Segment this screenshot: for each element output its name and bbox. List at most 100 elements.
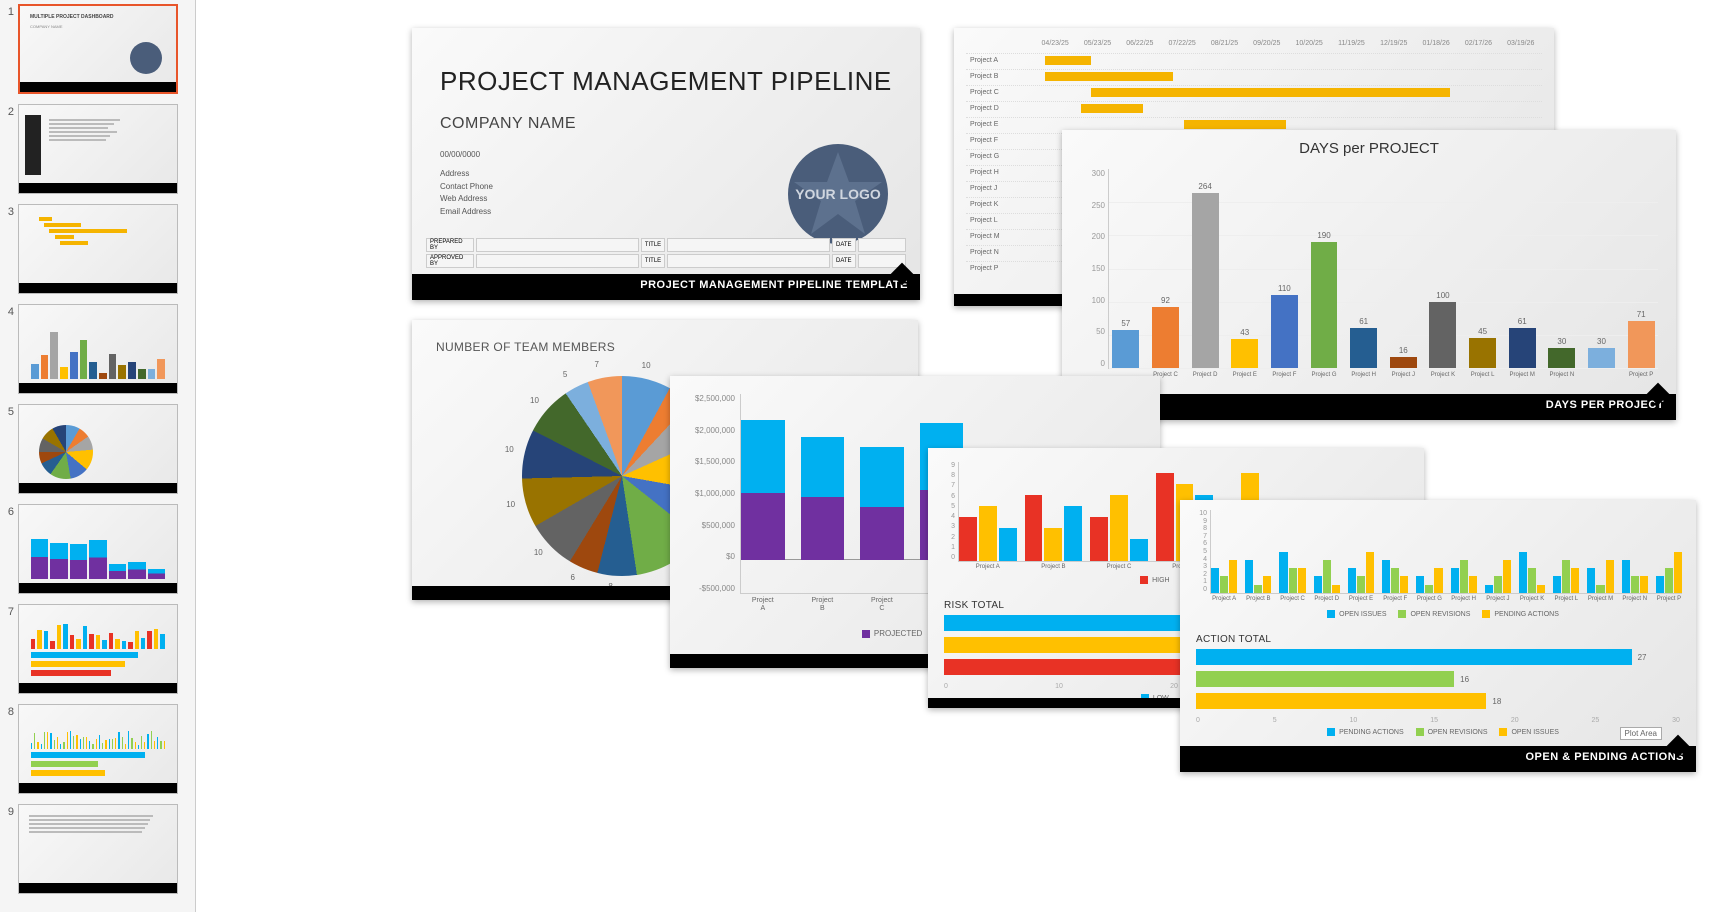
bar-group: Project H	[1451, 510, 1477, 593]
gantt-row: Project B	[966, 69, 1542, 83]
stacked-bar: ProjectA	[741, 394, 785, 593]
bar-value: 92	[1161, 296, 1170, 305]
bar-label: Project F	[1264, 372, 1304, 378]
bar-value: 43	[1240, 328, 1249, 337]
bar-group: Project G	[1416, 510, 1442, 593]
y-axis: 109876543210	[1187, 510, 1207, 593]
bar-value: 264	[1198, 182, 1211, 191]
horizontal-bar: 18	[1196, 693, 1680, 709]
bar-group: Project C	[1090, 462, 1148, 561]
bar-label: Project B	[1243, 596, 1274, 602]
bar-group: Project N	[1622, 510, 1648, 593]
bar-group: Project P	[1656, 510, 1682, 593]
slide-thumbnail[interactable]: 1 MULTIPLE PROJECT DASHBOARDCOMPANY NAME	[4, 4, 191, 94]
bar-label: Project F	[1379, 596, 1410, 602]
slide-number: 8	[4, 704, 18, 794]
bar-label: Project N	[1542, 372, 1582, 378]
bar-value: 61	[1359, 317, 1368, 326]
gantt-row-label: Project D	[966, 105, 1030, 112]
bar: 110 Project F	[1268, 169, 1302, 368]
chart-title: DAYS per PROJECT	[1062, 130, 1676, 157]
bar-value: 100	[1436, 291, 1449, 300]
grouped-bar-chart: 109876543210 Project A Project B Project…	[1210, 510, 1682, 594]
bar: 100 Project K	[1426, 169, 1460, 368]
bar-label: Project M	[1585, 596, 1616, 602]
bar-label: Project H	[1448, 596, 1479, 602]
gantt-bar	[1045, 56, 1091, 65]
bar-label: Project K	[1423, 372, 1463, 378]
gantt-row: Project A	[966, 53, 1542, 67]
slide-thumbnail[interactable]: 9	[4, 804, 191, 894]
gantt-row: Project E	[966, 117, 1542, 131]
slide-thumbnail[interactable]: 8	[4, 704, 191, 794]
slide-title-card: PROJECT MANAGEMENT PIPELINE COMPANY NAME…	[412, 28, 920, 300]
y-axis: $2,500,000$2,000,000$1,500,000$1,000,000…	[675, 394, 735, 593]
bar: 61 Project M	[1505, 169, 1539, 368]
slide-thumbnail[interactable]: 7	[4, 604, 191, 694]
bar-label: Project G	[1304, 372, 1344, 378]
gantt-row-label: Project H	[966, 169, 1030, 176]
bar: 61 Project H	[1347, 169, 1381, 368]
bar-value: 30	[1597, 337, 1606, 346]
bar-label: Project K	[1516, 596, 1547, 602]
gantt-row-label: Project F	[966, 137, 1030, 144]
slide-thumbnail[interactable]: 5	[4, 404, 191, 494]
pie-label: 10	[534, 548, 543, 557]
slide-number: 4	[4, 304, 18, 394]
bar-group: Project E	[1348, 510, 1374, 593]
gantt-row-label: Project J	[966, 185, 1030, 192]
bar: 16 Project J	[1386, 169, 1420, 368]
bar-value: 110	[1278, 284, 1291, 293]
bar-group: Project J	[1485, 510, 1511, 593]
bar-label: Project G	[1414, 596, 1445, 602]
slide-number: 7	[4, 604, 18, 694]
bar-label: Project A	[953, 564, 1022, 570]
pie-label: 6	[570, 573, 574, 582]
bar: 190 Project G	[1307, 169, 1341, 368]
slide-canvas: PROJECT MANAGEMENT PIPELINE COMPANY NAME…	[196, 0, 1726, 912]
slide-thumbnail[interactable]: 3	[4, 204, 191, 294]
section-title: ACTION TOTAL	[1180, 618, 1696, 649]
bar-group: Project M	[1587, 510, 1613, 593]
chart-title: NUMBER OF TEAM MEMBERS	[412, 320, 918, 354]
pie-label: 10	[506, 500, 515, 509]
bar-value: 30	[1557, 337, 1566, 346]
slide-number: 2	[4, 104, 18, 194]
bar-label: Project J	[1482, 596, 1513, 602]
company-name: COMPANY NAME	[412, 115, 920, 141]
slide-thumbnail[interactable]: 6	[4, 504, 191, 594]
bar-value: 190	[1317, 231, 1330, 240]
bar-label: Project L	[1551, 596, 1582, 602]
x-axis: 051015202530	[1196, 715, 1680, 726]
slide-number: 3	[4, 204, 18, 294]
bar-label: Project N	[1619, 596, 1650, 602]
bar-label: ProjectB	[796, 597, 848, 614]
slide-footer: PROJECT MANAGEMENT PIPELINE TEMPLATE	[412, 274, 920, 300]
bar-group: Project C	[1279, 510, 1305, 593]
bar-label: Project D	[1311, 596, 1342, 602]
slide-thumbnail[interactable]: 4	[4, 304, 191, 394]
slide-footer: OPEN & PENDING ACTIONS	[1180, 746, 1696, 772]
slide-number: 6	[4, 504, 18, 594]
gantt-row-label: Project G	[966, 153, 1030, 160]
horizontal-bars: 271618	[1196, 649, 1680, 709]
gantt-row: Project C	[966, 85, 1542, 99]
bar-label: Project H	[1343, 372, 1383, 378]
bar-label: ProjectC	[856, 597, 908, 614]
bar-group: Project B	[1245, 510, 1271, 593]
bar: 264 Project D	[1188, 169, 1222, 368]
bar-label: Project E	[1225, 372, 1265, 378]
gantt-bar	[1091, 88, 1449, 97]
slide-number: 9	[4, 804, 18, 894]
y-axis: 9876543210	[935, 462, 955, 561]
slide-number: 5	[4, 404, 18, 494]
gantt-bar	[1184, 120, 1286, 129]
bar-label: Project J	[1383, 372, 1423, 378]
bar-label: Project A	[1208, 596, 1239, 602]
pie-label: 10	[505, 445, 514, 454]
y-axis: 300250200150100500	[1067, 169, 1105, 368]
slide-thumbnail[interactable]: 2	[4, 104, 191, 194]
slide-thumbnail-panel[interactable]: 1 MULTIPLE PROJECT DASHBOARDCOMPANY NAME…	[0, 0, 196, 912]
bar: 92 Project C	[1149, 169, 1183, 368]
bar-group: Project A	[959, 462, 1017, 561]
